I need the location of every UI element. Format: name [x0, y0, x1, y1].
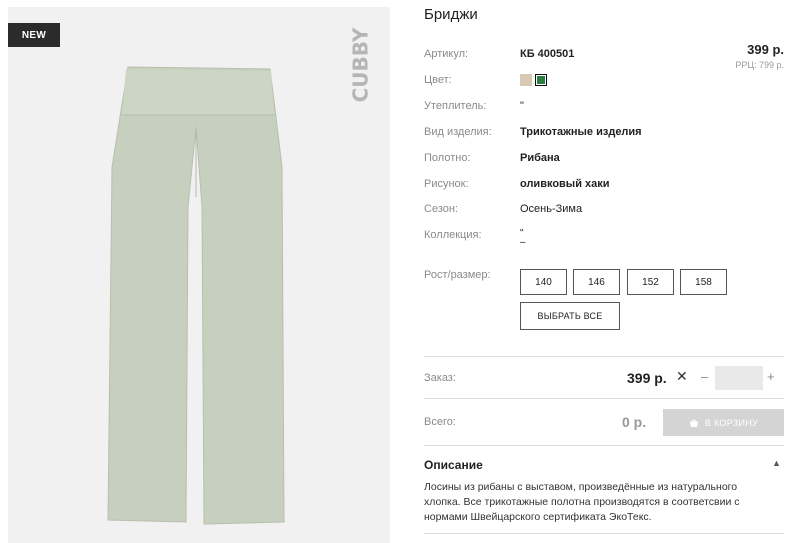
total-label: Всего:	[424, 416, 456, 428]
rrp-price: РРЦ: 799 р.	[735, 60, 784, 70]
spec-label: Сезон:	[424, 203, 458, 215]
spec-label: Рисунок:	[424, 178, 469, 190]
description-text: Лосины из рибаны с выставом, произведённ…	[424, 481, 740, 523]
collapse-icon[interactable]: ▲	[772, 458, 781, 468]
spec-value: " –	[520, 228, 526, 248]
size-label: Рост/размер:	[424, 269, 491, 281]
total-value: 0 р.	[622, 414, 647, 430]
size-option-152[interactable]: 152	[627, 269, 674, 295]
size-option-158[interactable]: 158	[680, 269, 727, 295]
spec-value: оливковый хаки	[520, 178, 610, 190]
spec-value: Осень-Зима	[520, 203, 583, 215]
add-to-cart-label: В КОРЗИНУ	[704, 417, 759, 428]
order-price: 399 р.	[627, 370, 667, 386]
spec-label: Коллекция:	[424, 229, 482, 241]
quantity-minus-button[interactable]: –	[701, 369, 708, 384]
spec-label: Утеплитель:	[424, 100, 487, 112]
divider	[424, 445, 784, 446]
select-all-button[interactable]: ВЫБРАТЬ ВСЕ	[520, 302, 620, 330]
product-title: Бриджи	[424, 6, 478, 23]
divider	[424, 356, 784, 357]
product-price: 399 р.	[747, 42, 784, 57]
color-swatch-green[interactable]	[535, 74, 547, 86]
divider	[424, 533, 784, 534]
basket-icon	[689, 419, 698, 427]
color-swatch-beige[interactable]	[520, 74, 532, 86]
quantity-input[interactable]	[715, 366, 763, 390]
spec-value: КБ 400501	[520, 48, 575, 60]
product-photo-leggings	[107, 66, 285, 525]
brand-logo: CUBBY	[349, 27, 373, 102]
price-box: 399 р. РРЦ: 799 р.	[735, 42, 784, 70]
spec-label: Цвет:	[424, 74, 452, 86]
spec-value: "	[520, 100, 524, 112]
size-option-146[interactable]: 146	[573, 269, 620, 295]
order-label: Заказ:	[424, 372, 456, 384]
spec-value: Трикотажные изделия	[520, 126, 642, 138]
spec-label: Полотно:	[424, 152, 471, 164]
new-badge: NEW	[8, 23, 60, 47]
description-title[interactable]: Описание	[424, 458, 483, 472]
quantity-plus-button[interactable]: +	[767, 369, 775, 384]
multiply-icon: ✕	[676, 368, 688, 384]
spec-value: Рибана	[520, 152, 560, 164]
spec-label: Вид изделия:	[424, 126, 492, 138]
size-option-140[interactable]: 140	[520, 269, 567, 295]
spec-label: Артикул:	[424, 48, 469, 60]
add-to-cart-button[interactable]: В КОРЗИНУ	[663, 409, 784, 436]
brand-name: CUBBY	[349, 27, 373, 102]
divider	[424, 398, 784, 399]
product-image[interactable]: NEW CUBBY	[8, 7, 390, 543]
